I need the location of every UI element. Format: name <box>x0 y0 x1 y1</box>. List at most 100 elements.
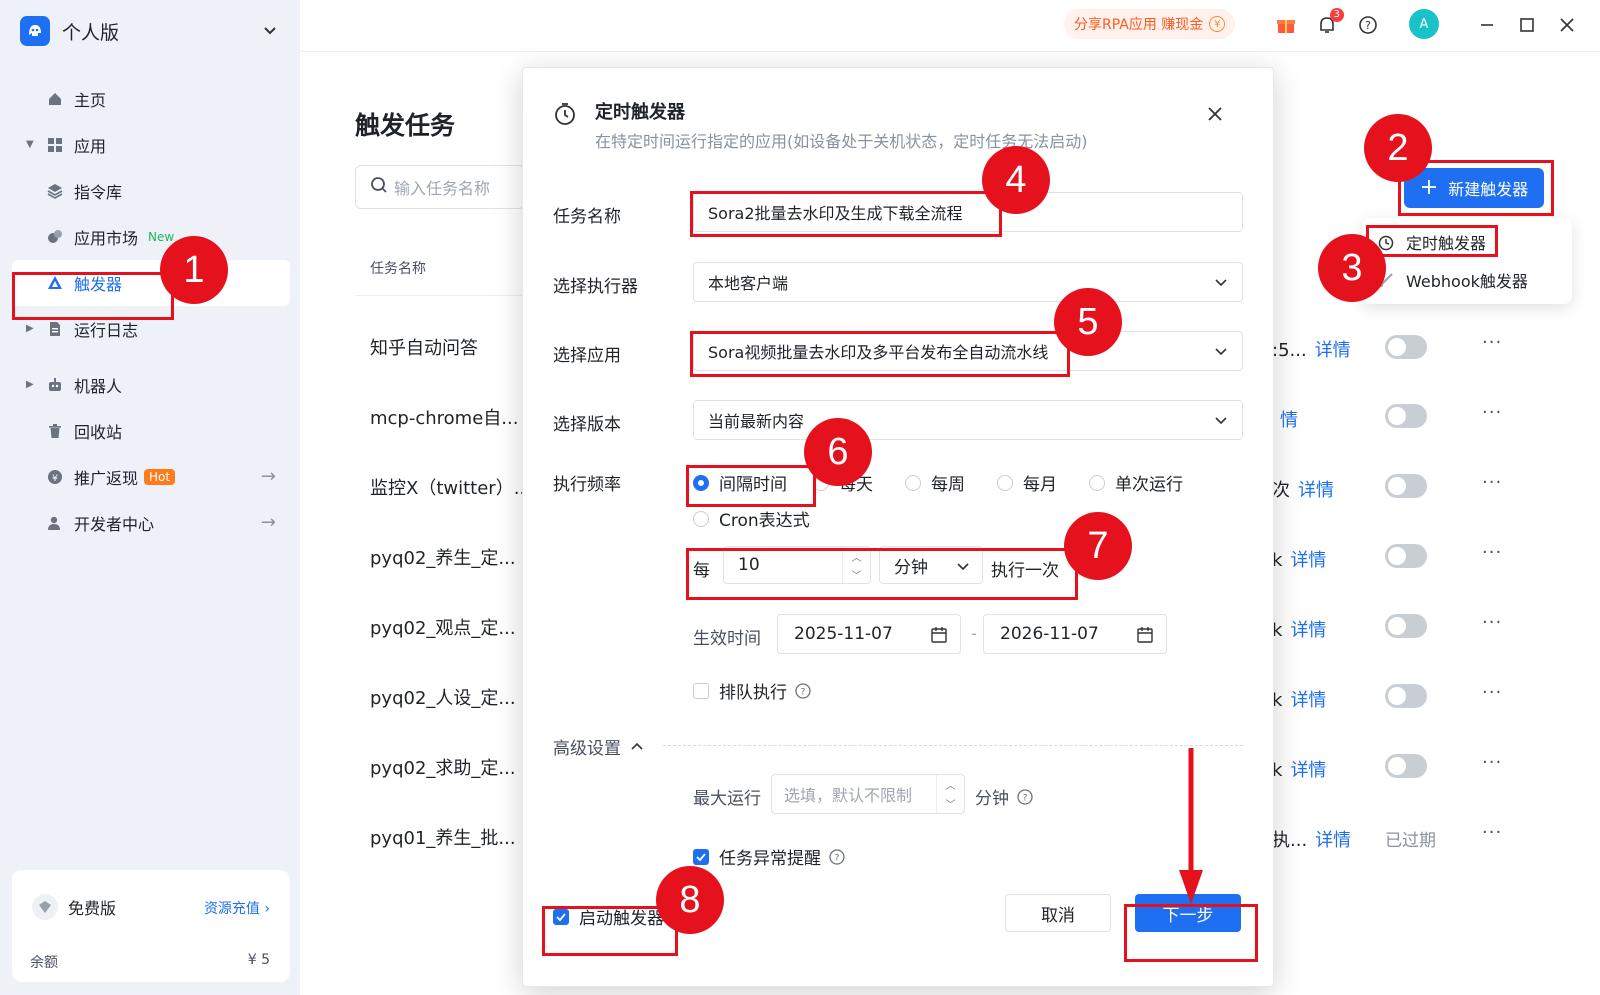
sidebar-item-command-library[interactable]: 指令库 <box>12 168 290 214</box>
chevron-up-icon[interactable]: ︿ <box>852 549 862 564</box>
task-name-input[interactable]: Sora2批量去水印及生成下载全流程 <box>693 192 1243 232</box>
sidebar-item-home[interactable]: 主页 <box>12 76 290 122</box>
advanced-settings-toggle[interactable]: 高级设置 <box>553 734 645 759</box>
table-row-name[interactable]: pyq02_养生_定... <box>370 544 516 570</box>
annotation-number: 1 <box>160 236 228 304</box>
end-date-input[interactable]: 2026-11-07 <box>983 614 1167 654</box>
detail-link[interactable]: 详情 <box>1290 690 1326 711</box>
detail-link[interactable]: 详情 <box>1290 550 1326 571</box>
start-date-input[interactable]: 2025-11-07 <box>777 614 961 654</box>
chevron-down-icon[interactable]: ﹀ <box>852 567 862 582</box>
robot-icon <box>46 376 64 394</box>
chevron-down-icon[interactable]: ﹀ <box>946 796 956 811</box>
caret-right-icon[interactable]: ▶ <box>26 379 34 390</box>
minimize-icon[interactable] <box>1476 14 1498 36</box>
sidebar-item-robots[interactable]: ▶ 机器人 <box>12 362 290 408</box>
menu-item-webhook-trigger[interactable]: Webhook触发器 <box>1376 268 1528 292</box>
chevron-down-icon <box>264 27 276 35</box>
detail-link[interactable]: 详情 <box>1315 830 1351 851</box>
bell-icon[interactable]: 3 <box>1316 8 1344 36</box>
sidebar-item-developer-center[interactable]: 开发者中心 → <box>12 500 290 546</box>
table-row-name[interactable]: 知乎自动问答 <box>370 334 478 360</box>
annotation-number: 7 <box>1064 512 1132 580</box>
close-icon[interactable] <box>1205 104 1225 124</box>
enable-toggle[interactable] <box>1385 474 1427 498</box>
sidebar-item-triggers[interactable]: 触发器 <box>12 260 290 306</box>
radio-label: 每月 <box>1023 475 1057 495</box>
table-row-name[interactable]: pyq02_人设_定... <box>370 684 516 710</box>
enable-toggle[interactable] <box>1385 404 1427 428</box>
enable-toggle[interactable] <box>1385 614 1427 638</box>
more-icon[interactable]: ··· <box>1482 402 1502 423</box>
more-icon[interactable]: ··· <box>1482 472 1502 493</box>
search-input[interactable]: 输入任务名称 <box>355 165 525 209</box>
divider <box>355 295 525 296</box>
gift-icon[interactable] <box>1275 14 1297 36</box>
help-icon[interactable]: ? <box>1017 788 1033 805</box>
arrow-right-icon: → <box>260 466 276 487</box>
divider <box>663 745 1243 746</box>
checkbox-box <box>693 848 709 865</box>
alert-checkbox[interactable]: 任务异常提醒 ? <box>693 844 845 869</box>
enable-trigger-checkbox[interactable]: 启动触发器 <box>553 904 664 929</box>
help-icon[interactable]: ? <box>1357 14 1379 36</box>
detail-link[interactable]: 详情 <box>1315 340 1351 361</box>
sidebar-item-apps[interactable]: ▼ 应用 <box>12 122 290 168</box>
help-icon[interactable]: ? <box>795 682 811 699</box>
more-icon[interactable]: ··· <box>1482 752 1502 773</box>
more-icon[interactable]: ··· <box>1482 682 1502 703</box>
detail-link[interactable]: 详情 <box>1298 480 1334 501</box>
sidebar-item-recycle-bin[interactable]: 回收站 <box>12 408 290 454</box>
developer-icon <box>46 514 64 532</box>
interval-unit-select[interactable]: 分钟 <box>879 546 983 584</box>
caret-down-icon[interactable]: ▼ <box>26 139 34 150</box>
promo-banner[interactable]: 分享RPA应用 赚现金 ¥ <box>1064 9 1236 39</box>
queue-checkbox[interactable]: 排队执行 ? <box>693 678 811 703</box>
executor-select[interactable]: 本地客户端 <box>693 262 1243 302</box>
cancel-button[interactable]: 取消 <box>1005 894 1111 932</box>
close-window-icon[interactable] <box>1556 14 1578 36</box>
maximize-icon[interactable] <box>1516 14 1538 36</box>
enable-toggle[interactable] <box>1385 335 1427 359</box>
table-row-name[interactable]: pyq02_观点_定... <box>370 614 516 640</box>
table-row-name[interactable]: mcp-chrome自... <box>370 404 518 430</box>
sidebar-item-referral[interactable]: ¥ 推广返现 Hot → <box>12 454 290 500</box>
table-row-name[interactable]: pyq01_养生_批... <box>370 824 516 850</box>
detail-link[interactable]: 详情 <box>1290 760 1326 781</box>
trigger-icon <box>46 274 64 292</box>
enable-toggle[interactable] <box>1385 754 1427 778</box>
radio-interval[interactable]: 间隔时间 <box>693 470 787 495</box>
chevron-up-icon[interactable]: ︿ <box>946 777 956 792</box>
radio-monthly[interactable]: 每月 <box>997 470 1057 495</box>
app-select[interactable]: Sora视频批量去水印及多平台发布全自动流水线 <box>693 331 1243 371</box>
sidebar-item-app-market[interactable]: 应用市场 New <box>12 214 290 260</box>
recharge-link[interactable]: 资源充值 › <box>204 898 270 918</box>
interval-stepper[interactable]: 10 ︿ ﹀ <box>723 546 871 584</box>
new-trigger-button[interactable]: + 新建触发器 <box>1404 168 1544 208</box>
radio-weekly[interactable]: 每周 <box>905 470 965 495</box>
workspace-switcher[interactable]: 个人版 <box>20 12 280 50</box>
sidebar-item-run-logs[interactable]: ▶ 运行日志 <box>12 306 290 352</box>
help-icon[interactable]: ? <box>829 848 845 865</box>
radio-label: 单次运行 <box>1115 475 1183 495</box>
radio-once[interactable]: 单次运行 <box>1089 470 1183 495</box>
table-row-name[interactable]: 监控X（twitter）... <box>370 474 531 500</box>
arrow-right-icon: → <box>260 512 276 533</box>
more-icon[interactable]: ··· <box>1482 822 1502 843</box>
menu-item-timer-trigger[interactable]: 定时触发器 <box>1376 230 1486 254</box>
table-row-name[interactable]: pyq02_求助_定... <box>370 754 516 780</box>
more-icon[interactable]: ··· <box>1482 542 1502 563</box>
status-badge: 已过期 <box>1385 831 1436 851</box>
radio-cron[interactable]: Cron表达式 <box>693 506 810 531</box>
version-select[interactable]: 当前最新内容 <box>693 400 1243 440</box>
caret-right-icon[interactable]: ▶ <box>26 323 34 334</box>
enable-toggle[interactable] <box>1385 684 1427 708</box>
more-icon[interactable]: ··· <box>1482 612 1502 633</box>
detail-link[interactable]: 详情 <box>1290 620 1326 641</box>
svg-text:?: ? <box>801 687 806 697</box>
enable-toggle[interactable] <box>1385 544 1427 568</box>
avatar[interactable]: A <box>1409 9 1439 39</box>
more-icon[interactable]: ··· <box>1482 332 1502 353</box>
detail-link[interactable]: 情 <box>1280 410 1298 431</box>
max-run-stepper[interactable]: 选填，默认不限制 ︿ ﹀ <box>771 774 965 814</box>
